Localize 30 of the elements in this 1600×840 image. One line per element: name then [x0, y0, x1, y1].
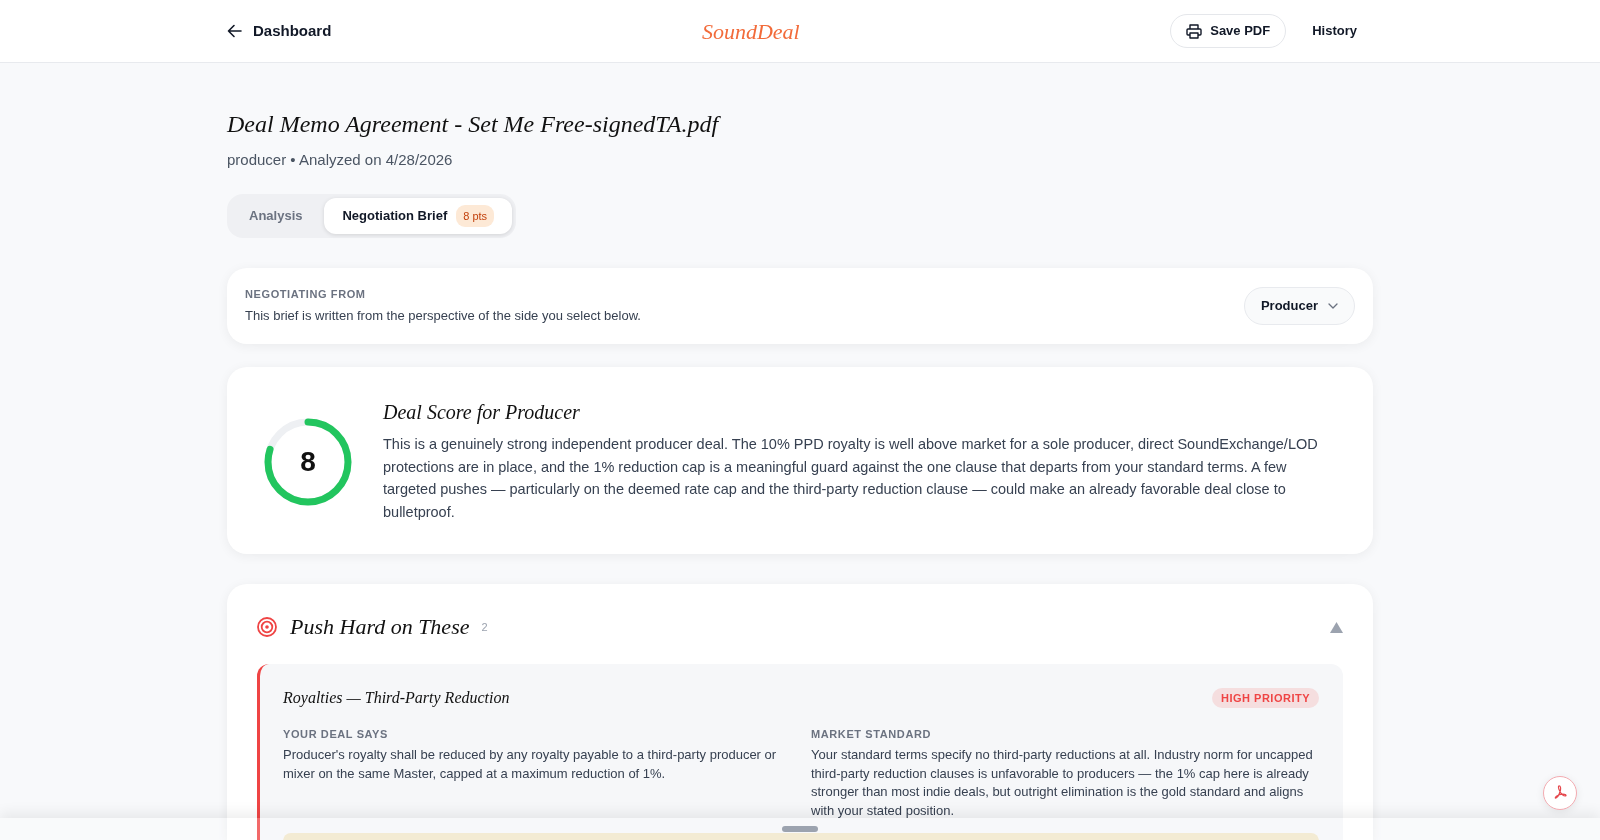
printer-icon — [1186, 23, 1203, 39]
column-text: Your standard terms specify no third-party reductions at all. Industry norm for uncapped third-party reduction clauses is unfavorable to producers — the 1% cap here is already stronger than most indie deals, but outright elimination is the gold standard and aligns with your stated position. — [811, 746, 1314, 820]
column-text: Producer's royalty shall be reduced by any royalty payable to a third-party producer or mixer on the same Master, capped at a maximum reduction of 1%. — [283, 746, 778, 783]
tab[interactable]: Analysis — [231, 198, 321, 234]
back-link[interactable]: Dashboard — [227, 19, 332, 43]
target-icon — [257, 617, 277, 637]
clause-title: Royalties — Third-Party Reduction — [283, 688, 510, 708]
score-title: Deal Score for Producer — [383, 400, 581, 424]
perspective-description: This brief is written from the perspective of the side you select below. — [245, 307, 641, 325]
floating-button[interactable] — [1543, 776, 1577, 810]
points-badge: 8 pts — [456, 204, 495, 228]
drag-handle[interactable] — [782, 826, 818, 832]
arrow-left-icon — [227, 24, 242, 38]
column-label: MARKET STANDARD — [811, 727, 932, 742]
column-label: YOUR DEAL SAYS — [283, 727, 389, 742]
document-subtitle: producer • Analyzed on 4/28/2026 — [227, 150, 453, 170]
tab[interactable]: Negotiation Brief 8 pts — [324, 198, 513, 234]
document-title: Deal Memo Agreement - Set Me Free-signedTA.pdf — [227, 110, 719, 139]
priority-badge: HIGH PRIORITY — [1212, 688, 1319, 708]
score-value: 8 — [300, 444, 316, 479]
score-summary: This is a genuinely strong independent producer deal. The 10% PPD royalty is well above market for a sole producer, direct SoundExchange/LOD protections are in place, and the 1% reduction cap is a meaningful guard against the one clause that departs from your standard terms. A few targeted pushes — particularly on the deemed rate cap and the third-party reduction clause — could make an already favorable deal close to bulletproof. — [383, 435, 1319, 522]
section-label: NEGOTIATING FROM — [245, 287, 367, 302]
logo: SoundDeal — [701, 17, 800, 46]
save-pdf-button[interactable]: Save PDF — [1170, 14, 1287, 48]
history-button[interactable]: History — [1296, 14, 1373, 48]
caret-icon[interactable] — [1330, 621, 1343, 633]
section-count: 2 — [481, 619, 488, 635]
chevron-down-icon — [1328, 303, 1338, 309]
section-title: Push Hard on These — [290, 613, 470, 641]
perspective-dropdown[interactable]: Producer — [1243, 287, 1355, 325]
